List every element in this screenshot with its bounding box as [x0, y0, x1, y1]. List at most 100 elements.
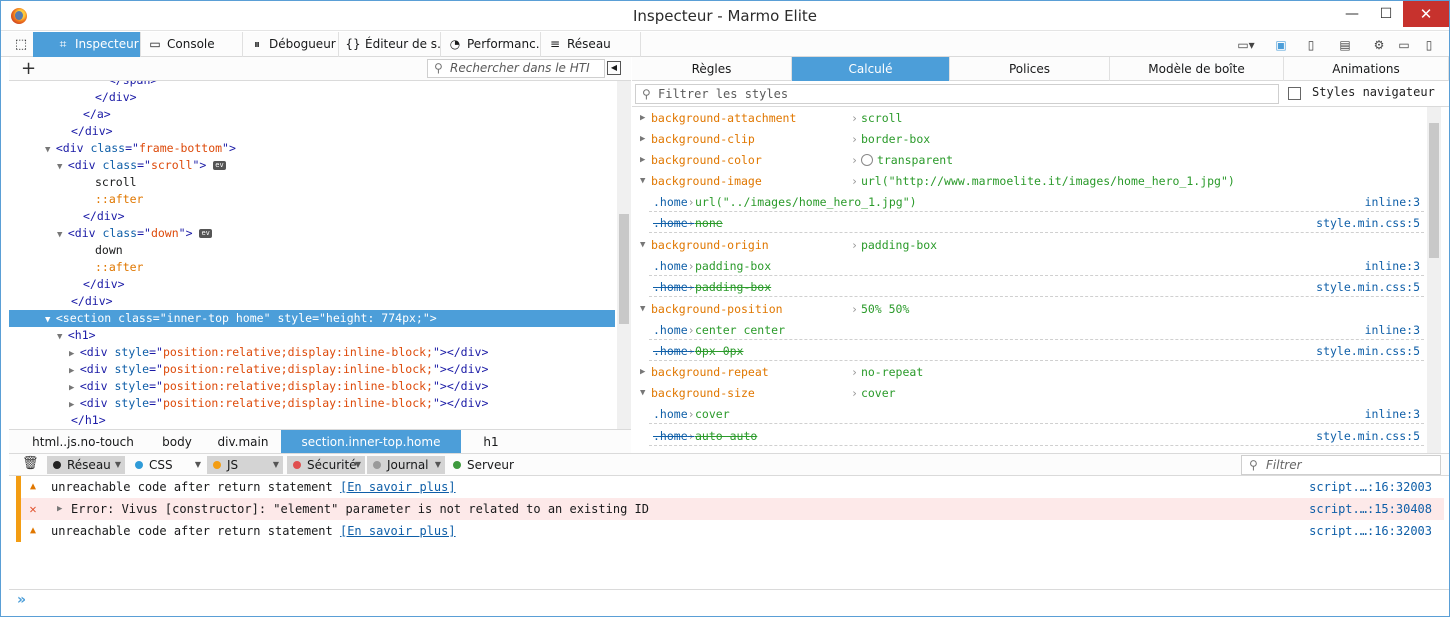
- breadcrumb-item[interactable]: section.inner-top.home: [281, 430, 461, 454]
- expand-twisty-icon[interactable]: ▼: [640, 235, 645, 256]
- computed-property[interactable]: ▼ background-position 50% 50%: [632, 299, 1427, 320]
- maximize-icon[interactable]: ☐: [1369, 1, 1403, 27]
- console-message[interactable]: ✕ ▶ Error: Vivus [constructor]: "element" …: [16, 498, 1444, 520]
- console-filter-journal[interactable]: Journal ▼: [367, 456, 445, 474]
- rule-source-link[interactable]: inline:3: [1365, 404, 1420, 424]
- markup-node[interactable]: </div>: [9, 276, 615, 293]
- rule-source-link[interactable]: style.min.css:5: [1316, 426, 1420, 446]
- expand-arrow-icon[interactable]: ▶: [57, 498, 62, 520]
- chevron-down-icon[interactable]: ▼: [273, 456, 279, 474]
- sidebar-tab[interactable]: Polices: [950, 57, 1110, 81]
- close-toolbox-icon[interactable]: ▯: [1419, 36, 1439, 54]
- element-picker-icon[interactable]: ⬚: [11, 36, 31, 54]
- matched-rule[interactable]: .homecover inline:3: [649, 404, 1424, 425]
- markup-scrollbar[interactable]: [617, 81, 631, 429]
- computed-scrollbar[interactable]: [1427, 107, 1441, 453]
- markup-tree[interactable]: </span></div></a></div>▼ <div class="fra…: [9, 81, 615, 429]
- markup-node[interactable]: ▼ <div class="down"> ev: [9, 225, 615, 242]
- split-console-icon[interactable]: ▣: [1271, 36, 1291, 54]
- matched-rule[interactable]: .home0px 0px style.min.css:5: [649, 341, 1424, 361]
- tab-console[interactable]: ▭ Console: [141, 32, 243, 57]
- rule-source-link[interactable]: inline:3: [1365, 320, 1420, 340]
- sidebar-tab[interactable]: Modèle de boîte: [1110, 57, 1284, 81]
- message-location-link[interactable]: script.…:16:32003: [1309, 476, 1432, 498]
- matched-rule[interactable]: .homepadding-box style.min.css:5: [649, 277, 1424, 298]
- markup-node[interactable]: ▶ <div style="position:relative;display:…: [9, 361, 615, 378]
- expand-twisty-icon[interactable]: ▶: [640, 108, 645, 129]
- rule-source-link[interactable]: inline:3: [1365, 192, 1420, 212]
- sidebar-tab[interactable]: Calculé: [792, 57, 950, 81]
- minimize-icon[interactable]: —: [1335, 1, 1369, 27]
- responsive-design-icon[interactable]: ▯: [1301, 36, 1321, 54]
- console-filter-sécurité[interactable]: Sécurité ▼: [287, 456, 365, 474]
- markup-node[interactable]: </a>: [9, 106, 615, 123]
- message-location-link[interactable]: script.…:16:32003: [1309, 520, 1432, 542]
- markup-node[interactable]: </div>: [9, 293, 615, 310]
- chevron-down-icon[interactable]: ▼: [355, 456, 361, 474]
- tab-performance[interactable]: ◔ Performanc…: [441, 32, 541, 57]
- breadcrumb-item[interactable]: div.main: [207, 430, 279, 454]
- sidebar-tab[interactable]: Règles: [632, 57, 792, 81]
- settings-gear-icon[interactable]: ⚙: [1369, 36, 1389, 54]
- chevron-down-icon[interactable]: ▼: [435, 456, 441, 474]
- color-swatch-icon[interactable]: [860, 154, 873, 166]
- computed-property[interactable]: ▶ background-color transparent: [632, 150, 1427, 171]
- message-location-link[interactable]: script.…:15:30408: [1309, 498, 1432, 520]
- expand-arrow-icon[interactable]: ▼: [45, 315, 56, 325]
- console-filter-serveur[interactable]: Serveur: [447, 456, 523, 474]
- markup-node[interactable]: ::after: [9, 191, 615, 208]
- markup-node[interactable]: </div>: [9, 208, 615, 225]
- expand-arrow-icon[interactable]: ▶: [69, 383, 80, 393]
- markup-node[interactable]: </div>: [9, 123, 615, 140]
- learn-more-link[interactable]: [En savoir plus]: [340, 480, 456, 494]
- toggle-sidebar-icon[interactable]: ◀: [607, 61, 621, 75]
- chevron-down-icon[interactable]: ▼: [195, 456, 201, 474]
- console-filter-css[interactable]: CSS ▼: [129, 456, 205, 474]
- console-filter-input[interactable]: Filtrer: [1241, 455, 1441, 475]
- markup-node[interactable]: ▼ <div class="scroll"> ev: [9, 157, 615, 174]
- event-badge[interactable]: ev: [213, 161, 226, 170]
- breadcrumb-item[interactable]: html..js.no-touch: [19, 430, 147, 454]
- tab-network[interactable]: ≡ Réseau: [541, 32, 641, 57]
- computed-property[interactable]: ▶ background-repeat no-repeat: [632, 362, 1427, 383]
- matched-rule[interactable]: .homeauto auto style.min.css:5: [649, 426, 1424, 446]
- expand-arrow-icon[interactable]: ▼: [57, 332, 68, 342]
- markup-node[interactable]: down: [9, 242, 615, 259]
- computed-property[interactable]: ▼ background-image url("http://www.marmoel…: [632, 171, 1427, 192]
- tab-debugger[interactable]: ⏸ Débogueur: [243, 32, 339, 57]
- markup-node[interactable]: ▼ <div class="frame-bottom">: [9, 140, 615, 157]
- computed-property[interactable]: ▶ background-clip border-box: [632, 129, 1427, 150]
- expand-arrow-icon[interactable]: ▼: [57, 230, 68, 240]
- markup-node[interactable]: </h1>: [9, 412, 615, 429]
- rule-source-link[interactable]: style.min.css:5: [1316, 213, 1420, 233]
- rule-source-link[interactable]: inline:3: [1365, 256, 1420, 276]
- filter-styles-input[interactable]: Filtrer les styles: [635, 84, 1279, 104]
- markup-node[interactable]: ▶ <div style="position:relative;display:…: [9, 344, 615, 361]
- chevron-down-icon[interactable]: ▼: [115, 456, 121, 474]
- computed-property[interactable]: ▼ background-origin padding-box: [632, 235, 1427, 256]
- markup-node[interactable]: ▼ <h1>: [9, 327, 615, 344]
- console-input[interactable]: »: [9, 589, 1449, 611]
- rule-source-link[interactable]: style.min.css:5: [1316, 341, 1420, 361]
- sidebar-tab[interactable]: Animations: [1284, 57, 1449, 81]
- matched-rule[interactable]: .homenone style.min.css:5: [649, 213, 1424, 234]
- markup-node[interactable]: </span>: [9, 81, 615, 89]
- add-node-icon[interactable]: +: [21, 58, 36, 79]
- expand-twisty-icon[interactable]: ▼: [640, 383, 645, 404]
- markup-node[interactable]: scroll: [9, 174, 615, 191]
- close-icon[interactable]: ✕: [1403, 1, 1449, 27]
- event-badge[interactable]: ev: [199, 229, 212, 238]
- expand-arrow-icon[interactable]: ▼: [45, 145, 56, 155]
- learn-more-link[interactable]: [En savoir plus]: [340, 524, 456, 538]
- breadcrumb-item[interactable]: body: [149, 430, 205, 454]
- computed-property[interactable]: ▼ background-size cover: [632, 383, 1427, 404]
- expand-twisty-icon[interactable]: ▼: [640, 299, 645, 320]
- expand-twisty-icon[interactable]: ▼: [640, 171, 645, 192]
- dock-bottom-icon[interactable]: ▭: [1394, 36, 1414, 54]
- console-message[interactable]: ▲ unreachable code after return statement…: [16, 476, 1444, 498]
- expand-arrow-icon[interactable]: ▶: [69, 366, 80, 376]
- rule-source-link[interactable]: style.min.css:5: [1316, 277, 1420, 297]
- markup-node[interactable]: ▼ <section class="inner-top home" style=…: [9, 310, 615, 327]
- console-filter-réseau[interactable]: Réseau ▼: [47, 456, 125, 474]
- computed-property[interactable]: ▶ background-attachment scroll: [632, 108, 1427, 129]
